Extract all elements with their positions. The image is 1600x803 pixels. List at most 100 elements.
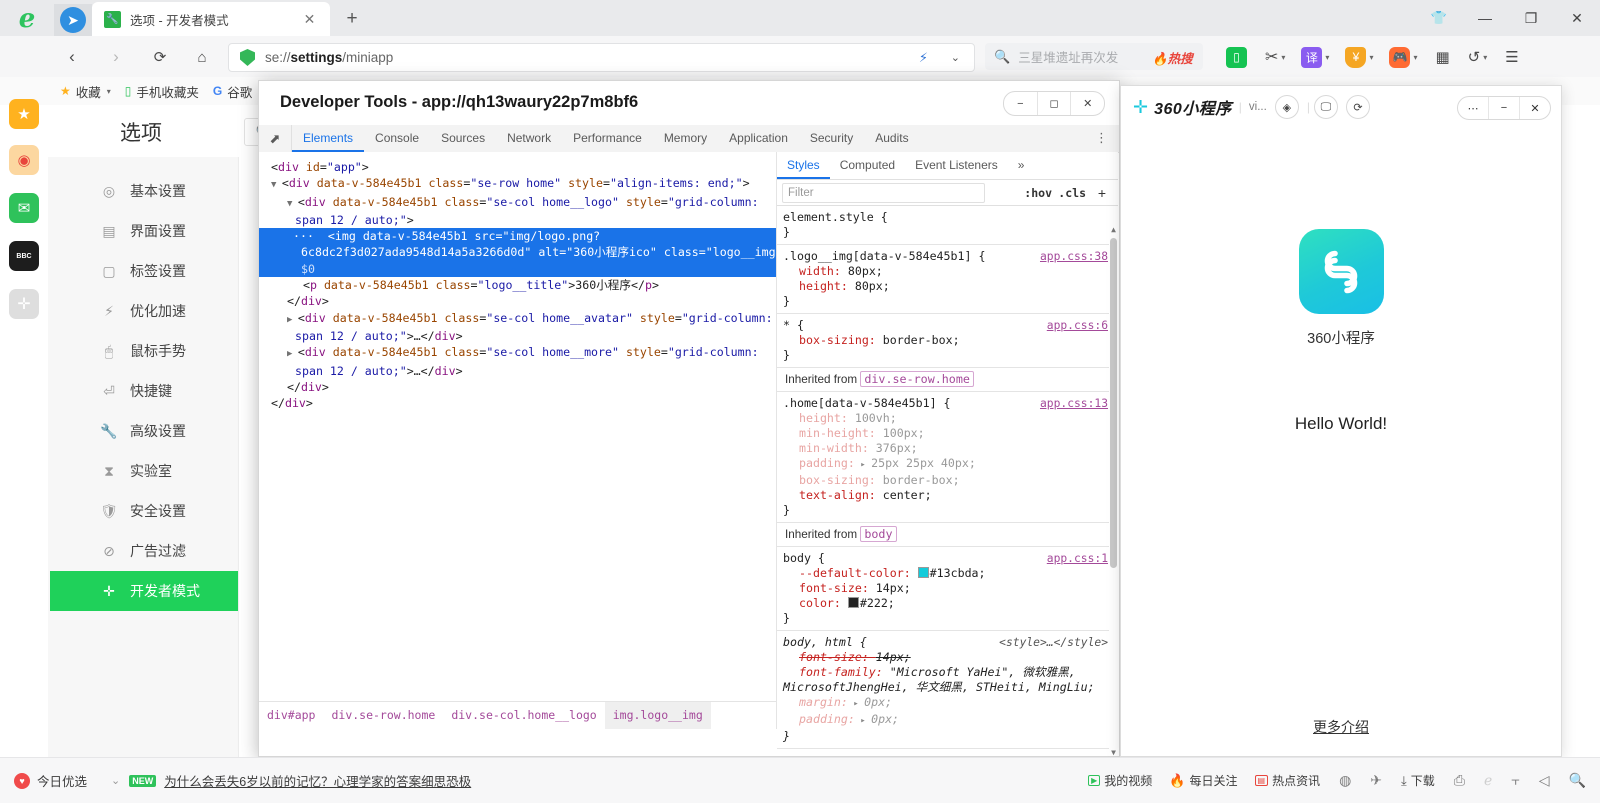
- css-rule[interactable]: .logo__img[data-v-584e45b1] {app.css:38w…: [777, 245, 1118, 314]
- tab-network[interactable]: Network: [496, 125, 562, 152]
- home-button[interactable]: ⌂: [190, 45, 214, 69]
- expand-arrow-icon[interactable]: ▸: [848, 699, 864, 709]
- split-view-icon[interactable]: ⫟: [1511, 772, 1519, 789]
- css-property-value[interactable]: 14px;: [876, 650, 911, 664]
- tab-performance[interactable]: Performance: [562, 125, 653, 152]
- css-property-value[interactable]: 376px;: [876, 441, 918, 455]
- miniapp-more-link[interactable]: 更多介绍: [1121, 717, 1561, 737]
- dom-node-line[interactable]: ▼ <div data-v-584e45b1 class="se-col hom…: [269, 194, 776, 229]
- chevron-down-icon[interactable]: ▾: [1413, 53, 1417, 62]
- daily-follow-button[interactable]: 🔥 每日关注: [1169, 772, 1237, 789]
- apps-grid-icon[interactable]: ▦: [1435, 45, 1449, 69]
- miniapp-icon[interactable]: ✛: [9, 289, 39, 319]
- miniapp-close-button[interactable]: ✕: [1519, 97, 1550, 119]
- dom-expand-arrow-icon[interactable]: ▶: [287, 315, 298, 325]
- hot-search-badge[interactable]: 🔥热搜: [1152, 48, 1193, 67]
- browser-tab[interactable]: 🔧 选项 - 开发者模式 ✕: [92, 2, 330, 36]
- sound-icon[interactable]: ◁: [1539, 772, 1550, 789]
- chevron-down-icon[interactable]: ▾: [1369, 53, 1373, 62]
- download-button[interactable]: ⤓ 下载: [1401, 772, 1435, 789]
- dom-tree-pane[interactable]: <div id="app"> ▼ <div data-v-584e45b1 cla…: [259, 152, 777, 729]
- devtools-more-icon[interactable]: ⋮: [1095, 130, 1109, 146]
- favorites-icon[interactable]: ★: [9, 99, 39, 129]
- hov-toggle[interactable]: :hov: [1024, 186, 1052, 200]
- color-swatch[interactable]: [848, 597, 859, 608]
- sidebar-item-4[interactable]: 🖱鼠标手势: [50, 331, 238, 371]
- sidebar-item-10[interactable]: ✛开发者模式: [50, 571, 238, 611]
- devtools-minimize-button[interactable]: −: [1004, 92, 1037, 115]
- css-declaration[interactable]: min-height: 100px;: [783, 426, 1110, 441]
- reader-icon[interactable]: ▯: [1226, 47, 1247, 68]
- cls-toggle[interactable]: .cls: [1058, 186, 1086, 200]
- dom-node-line[interactable]: ▶ <div data-v-584e45b1 class="se-col hom…: [269, 344, 776, 379]
- css-property-value[interactable]: 100vh;: [855, 411, 897, 425]
- dom-node-line[interactable]: <div id="app">: [269, 159, 776, 175]
- css-property-value[interactable]: border-box;: [883, 333, 960, 347]
- news-headline-link[interactable]: 为什么会丢失6岁以前的记忆？心理学家的答案细思恐极: [164, 771, 471, 790]
- tab-security[interactable]: Security: [799, 125, 864, 152]
- css-property-value[interactable]: border-box;: [883, 473, 960, 487]
- color-swatch[interactable]: [918, 567, 929, 578]
- ie-mode-icon[interactable]: ℯ: [1484, 772, 1492, 789]
- css-declaration[interactable]: color: #222;: [783, 596, 1110, 611]
- tab-console[interactable]: Console: [364, 125, 430, 152]
- sidebar-item-7[interactable]: ⧗实验室: [50, 451, 238, 491]
- translate-icon[interactable]: 译: [1301, 47, 1322, 68]
- sidebar-item-3[interactable]: ⚡优化加速: [50, 291, 238, 331]
- shirt-icon[interactable]: 👕: [1416, 0, 1462, 36]
- reload-button[interactable]: ⟳: [148, 45, 172, 69]
- css-property-value[interactable]: #222;: [860, 596, 895, 610]
- lightning-icon[interactable]: ⚡: [919, 50, 928, 66]
- bbc-icon[interactable]: BBC: [9, 241, 39, 271]
- game-icon[interactable]: 🎮: [1389, 47, 1410, 68]
- devtools-maximize-button[interactable]: ◻: [1037, 92, 1071, 115]
- back-button[interactable]: ‹: [60, 45, 84, 69]
- shield-extension-icon[interactable]: ¥: [1345, 47, 1366, 68]
- sidebar-item-8[interactable]: 🛡安全设置: [50, 491, 238, 531]
- close-button[interactable]: ✕: [1554, 0, 1600, 36]
- inspect-element-icon[interactable]: ⬈: [259, 125, 292, 152]
- css-property-value[interactable]: 0px;: [864, 695, 892, 709]
- css-source-link[interactable]: app.css:13: [1040, 396, 1108, 411]
- devtools-close-button[interactable]: ✕: [1070, 92, 1104, 115]
- breadcrumb-item[interactable]: div.se-col.home__logo: [443, 702, 604, 729]
- tab-application[interactable]: Application: [718, 125, 799, 152]
- breadcrumb-item[interactable]: div#app: [259, 702, 323, 729]
- css-declaration[interactable]: min-width: 376px;: [783, 441, 1110, 456]
- css-declaration[interactable]: height: 100vh;: [783, 411, 1110, 426]
- sidebar-item-6[interactable]: 🔧高级设置: [50, 411, 238, 451]
- scrollbar-thumb[interactable]: [1110, 238, 1117, 568]
- forward-button[interactable]: ›: [104, 45, 128, 69]
- inherited-source-chip[interactable]: div.se-row.home: [860, 371, 974, 387]
- tab-close-icon[interactable]: ✕: [301, 11, 318, 28]
- sidebar-item-2[interactable]: ▢标签设置: [50, 251, 238, 291]
- bookmark-favorites[interactable]: ★ 收藏 ▾: [60, 82, 111, 101]
- css-property-value[interactable]: 80px;: [848, 264, 883, 278]
- css-property-value[interactable]: 80px;: [855, 279, 890, 293]
- css-rule[interactable]: element.style {}: [777, 206, 1118, 245]
- css-declaration[interactable]: padding: ▸ 0px;: [783, 712, 1110, 729]
- styles-scrollbar[interactable]: ▲ ▼: [1109, 206, 1118, 756]
- css-rule[interactable]: .home[data-v-584e45b1] {app.css:13height…: [777, 392, 1118, 523]
- miniapp-minimize-button[interactable]: −: [1488, 97, 1519, 119]
- sidebar-item-5[interactable]: ⏎快捷键: [50, 371, 238, 411]
- css-declaration[interactable]: margin: ▸ 0px;: [783, 695, 1110, 712]
- chevron-down-icon[interactable]: ▾: [1483, 53, 1487, 62]
- css-source-link[interactable]: app.css:6: [1047, 318, 1108, 333]
- my-videos-button[interactable]: ▶ 我的视频: [1088, 772, 1152, 789]
- bookmark-mobile[interactable]: ▯ 手机收藏夹: [125, 82, 199, 101]
- styles-overflow-icon[interactable]: »: [1008, 152, 1035, 179]
- css-rule[interactable]: body, html {<style>…</style>font-size: 1…: [777, 631, 1118, 749]
- new-style-rule-button[interactable]: +: [1098, 185, 1106, 201]
- chevron-down-icon[interactable]: ⌄: [111, 774, 120, 787]
- css-source-link[interactable]: <style>…</style>: [999, 635, 1108, 650]
- dom-node-line[interactable]: </div>: [269, 379, 776, 395]
- tab-audits[interactable]: Audits: [864, 125, 919, 152]
- devices-icon[interactable]: ⎙: [1454, 772, 1465, 789]
- undo-icon[interactable]: ↺: [1468, 45, 1481, 69]
- scissors-icon[interactable]: ✂: [1265, 45, 1278, 69]
- styles-tab-computed[interactable]: Computed: [830, 152, 905, 179]
- sidebar-item-0[interactable]: ◎基本设置: [50, 171, 238, 211]
- styles-tab-event-listeners[interactable]: Event Listeners: [905, 152, 1008, 179]
- mail-icon[interactable]: ✉: [9, 193, 39, 223]
